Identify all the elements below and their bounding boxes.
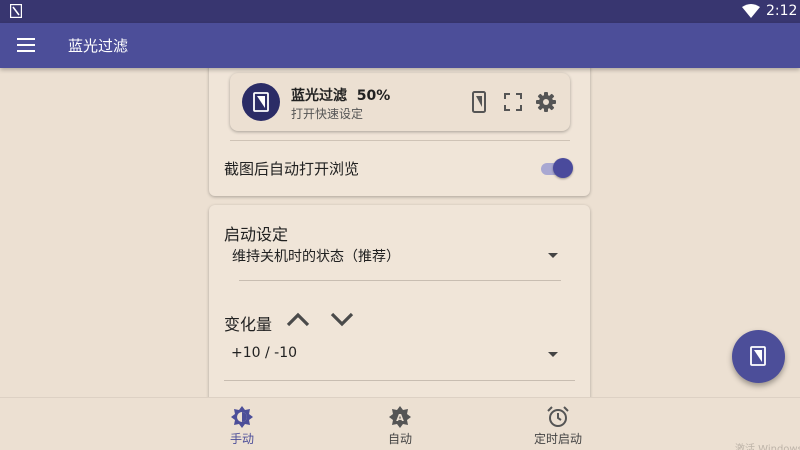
divider <box>224 380 575 381</box>
startup-selected-value: 维持关机时的状态（推荐） <box>232 249 400 265</box>
nav-label: 自动 <box>387 432 412 446</box>
quick-tile[interactable]: 蓝光过滤 50% 打开快速设定 <box>230 73 570 131</box>
settings-icon[interactable] <box>535 91 557 113</box>
nav-item-auto[interactable]: A 自动 <box>350 398 450 450</box>
divider <box>230 140 570 141</box>
windows-watermark: 激活 Windows <box>735 444 800 450</box>
quick-settings-card: 蓝光过滤 50% 打开快速设定 截图后自动打开浏览 <box>209 60 590 196</box>
filter-fab[interactable] <box>732 330 785 383</box>
nav-label: 定时启动 <box>533 432 582 446</box>
chevron-up-icon[interactable] <box>286 311 310 327</box>
bottom-nav: 手动 A 自动 定时启动 <box>0 397 800 450</box>
fullscreen-icon[interactable] <box>502 91 524 113</box>
filter-icon <box>750 346 766 366</box>
svg-text:A: A <box>396 413 404 424</box>
app-bar: 蓝光过滤 <box>0 23 800 68</box>
nav-item-timer[interactable]: 定时启动 <box>508 398 608 450</box>
nav-item-manual[interactable]: 手动 <box>192 398 292 450</box>
alarm-icon <box>547 406 569 427</box>
quick-tile-title: 蓝光过滤 50% <box>291 88 391 104</box>
notification-icon <box>10 4 22 18</box>
phone-icon[interactable] <box>468 91 490 113</box>
delta-title: 变化量 <box>224 315 273 334</box>
chevron-down-icon[interactable] <box>330 311 354 327</box>
status-bar: 2:12 <box>0 0 800 23</box>
screenshot-option-label: 截图后自动打开浏览 <box>224 160 360 178</box>
delta-select[interactable]: +10 / -10 <box>231 345 561 367</box>
dropdown-arrow-icon <box>548 253 558 258</box>
filter-toggle-button[interactable] <box>242 83 280 121</box>
startup-select[interactable]: 维持关机时的状态（推荐） <box>232 246 562 268</box>
filter-icon <box>253 92 269 112</box>
delta-selected-value: +10 / -10 <box>231 345 298 361</box>
status-time: 2:12 <box>766 3 798 19</box>
startup-title: 启动设定 <box>224 225 289 244</box>
divider <box>239 280 561 281</box>
auto-brightness-icon: A <box>389 406 411 428</box>
menu-icon[interactable] <box>16 37 36 53</box>
quick-tile-subtitle: 打开快速设定 <box>291 107 364 121</box>
page-title: 蓝光过滤 <box>68 37 129 55</box>
wifi-icon <box>742 4 760 18</box>
screenshot-option-switch[interactable] <box>540 158 574 178</box>
nav-label: 手动 <box>229 432 254 446</box>
switch-thumb <box>553 158 573 178</box>
settings-card: 启动设定 维持关机时的状态（推荐） 变化量 +10 / -10 <box>209 205 590 420</box>
brightness-icon <box>231 406 253 428</box>
dropdown-arrow-icon <box>548 352 558 357</box>
